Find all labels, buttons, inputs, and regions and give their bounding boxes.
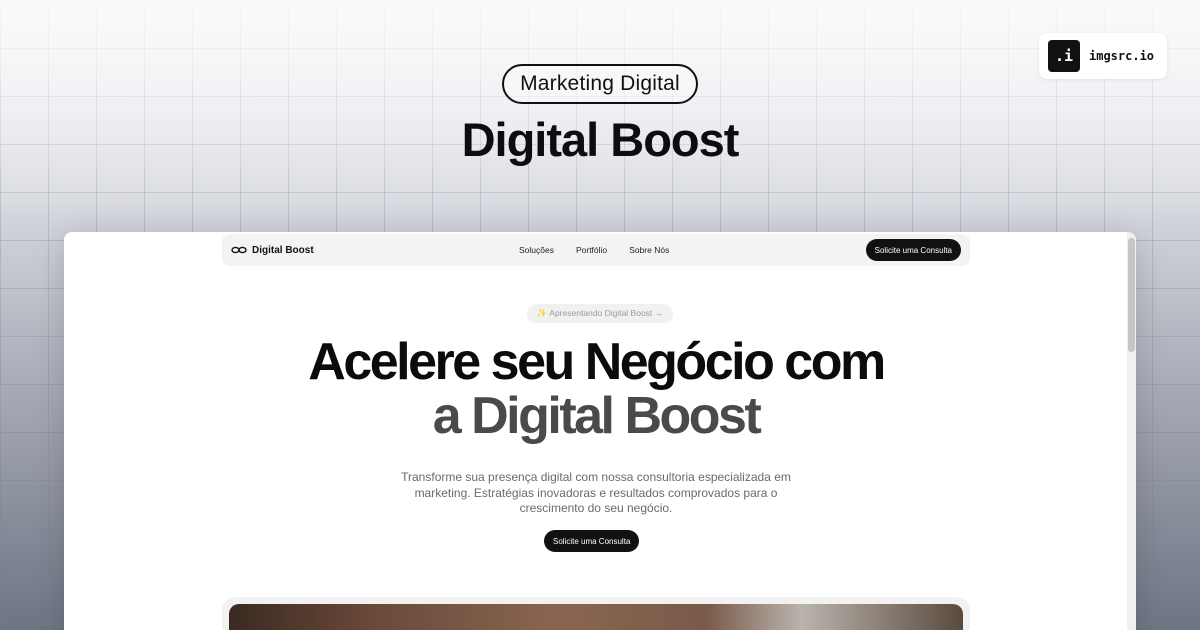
imgsrc-logo: .i imgsrc.io [1039, 33, 1167, 79]
intro-pill[interactable]: ✨ Apresentando Digital Boost → [526, 304, 674, 323]
logo-mark: .i [1048, 40, 1080, 72]
nav-link-solucoes[interactable]: Soluções [519, 245, 554, 255]
nav-cta-button[interactable]: Solicite uma Consulta [865, 239, 961, 261]
website-preview: Digital Boost Soluções Portfólio Sobre N… [64, 232, 1136, 630]
hero-cta-button[interactable]: Solicite uma Consulta [544, 530, 640, 552]
hero-image [229, 604, 963, 630]
infinity-links-icon [231, 246, 247, 254]
site-brand-name: Digital Boost [252, 244, 314, 256]
site-navbar: Digital Boost Soluções Portfólio Sobre N… [222, 234, 970, 266]
intro-pill-wrap: ✨ Apresentando Digital Boost → [64, 303, 1136, 323]
site-logo[interactable]: Digital Boost [231, 245, 314, 256]
hero-media-frame [222, 597, 970, 630]
nav-link-portfolio[interactable]: Portfólio [576, 245, 607, 255]
nav-links: Soluções Portfólio Sobre Nós [519, 245, 669, 255]
page-title: Digital Boost [461, 113, 740, 166]
hero-headline: Acelere seu Negócio com a Digital Boost [64, 335, 1128, 443]
logo-text: imgsrc.io [1089, 49, 1155, 63]
scrollbar[interactable] [1127, 232, 1136, 630]
scrollbar-thumb[interactable] [1128, 238, 1135, 352]
badge-wrap: Marketing Digital [0, 64, 1200, 104]
category-badge: Marketing Digital [502, 64, 698, 104]
headline-line-1: Acelere seu Negócio com [308, 333, 886, 391]
headline-line-2: a Digital Boost [432, 387, 762, 445]
hero-subtitle: Transforme sua presença digital com noss… [401, 470, 791, 515]
nav-link-sobre[interactable]: Sobre Nós [629, 245, 669, 255]
